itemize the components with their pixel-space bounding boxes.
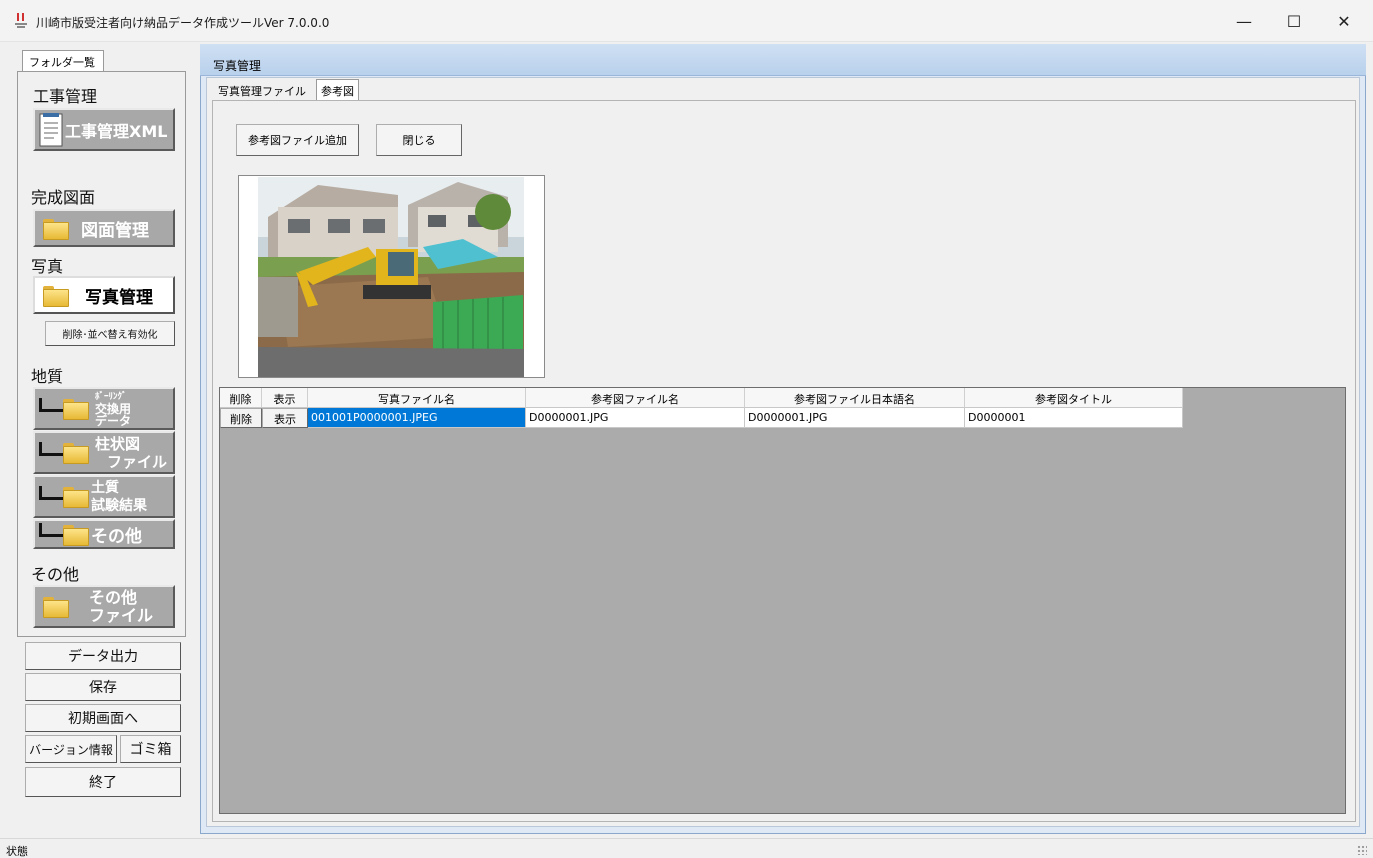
title-bar: 川崎市版受注者向け納品データ作成ツールVer 7.0.0.0 — ☐ ✕ [0, 0, 1373, 42]
row-show-button[interactable]: 表示 [262, 408, 308, 428]
folder-icon [63, 399, 89, 420]
tree-connector [39, 441, 63, 456]
sonota-file-label: その他 ファイル [89, 587, 154, 625]
cell-ref-file-jp[interactable]: D0000001.JPG [745, 408, 965, 428]
excavator-photo [258, 177, 524, 377]
resize-grip-icon[interactable] [1357, 845, 1367, 855]
col-header-photo-file: 写真ファイル名 [308, 388, 526, 408]
data-output-button[interactable]: データ出力 [25, 642, 181, 670]
chishitsu-sonota-button[interactable]: その他 [33, 519, 175, 549]
document-icon [39, 112, 63, 146]
app-icon [15, 13, 27, 28]
doshitsu-shiken-label: 土質 試験結果 [91, 479, 147, 515]
shashin-kanri-button[interactable]: 写真管理 [33, 276, 175, 314]
sonota-file-button[interactable]: その他 ファイル [33, 585, 175, 628]
table-row[interactable]: 削除 表示 001001P0000001.JPEG D0000001.JPG D… [220, 408, 1183, 428]
close-window-button[interactable]: ✕ [1319, 0, 1369, 42]
initial-screen-button[interactable]: 初期画面へ [25, 704, 181, 732]
status-bar: 状態 [0, 838, 1373, 858]
minimize-button[interactable]: — [1219, 0, 1269, 42]
version-info-button[interactable]: バージョン情報 [25, 735, 117, 763]
folder-list-tab[interactable]: フォルダ一覧 [22, 50, 104, 72]
doshitsu-shiken-button[interactable]: 土質 試験結果 [33, 475, 175, 518]
grid-header-row: 削除 表示 写真ファイル名 参考図ファイル名 参考図ファイル日本語名 参考図タイ… [220, 388, 1183, 408]
chujozu-label-2: ファイル [107, 452, 168, 471]
folder-icon [63, 487, 89, 508]
chujozu-file-button[interactable]: 柱状図 ファイル [33, 431, 175, 474]
chujozu-file-label: 柱状図 ファイル [95, 435, 167, 471]
zumen-kanri-label: 図面管理 [81, 220, 149, 241]
tree-connector [39, 485, 63, 500]
chujozu-label-1: 柱状図 [95, 434, 141, 453]
folder-icon [43, 218, 69, 240]
tab-photo-management-file[interactable]: 写真管理ファイル [214, 80, 310, 100]
col-header-ref-file-jp: 参考図ファイル日本語名 [745, 388, 965, 408]
folder-icon [43, 285, 69, 307]
section-label-kansei: 完成図面 [31, 188, 96, 207]
close-button[interactable]: 閉じる [376, 124, 462, 156]
trash-button[interactable]: ゴミ箱 [120, 735, 181, 763]
folder-icon [63, 443, 89, 464]
section-label-chishitsu: 地質 [31, 367, 64, 386]
sonota-label-1: その他 [89, 587, 138, 607]
main-title: 写真管理 [213, 59, 262, 73]
koji-xml-label: 工事管理XML [65, 121, 168, 141]
folder-icon [63, 524, 89, 546]
col-header-delete: 削除 [220, 388, 262, 408]
section-label-koji: 工事管理 [33, 87, 98, 106]
add-reference-file-button[interactable]: 参考図ファイル追加 [236, 124, 359, 156]
maximize-button[interactable]: ☐ [1269, 0, 1319, 42]
cell-ref-file[interactable]: D0000001.JPG [526, 408, 745, 428]
sonota-label-2: ファイル [89, 605, 154, 625]
row-delete-button[interactable]: 削除 [220, 408, 262, 428]
tree-connector [39, 397, 63, 412]
doshitsu-label-2: 試験結果 [91, 497, 147, 514]
folder-icon [43, 597, 69, 618]
boring-label-2: 交換用 [95, 401, 132, 416]
tab-reference-drawing[interactable]: 参考図 [316, 79, 359, 100]
reference-grid[interactable]: 削除 表示 写真ファイル名 参考図ファイル名 参考図ファイル日本語名 参考図タイ… [219, 387, 1346, 814]
tree-connector [39, 523, 63, 537]
shashin-kanri-label: 写真管理 [85, 287, 153, 308]
cell-ref-title[interactable]: D0000001 [965, 408, 1183, 428]
doshitsu-label-1: 土質 [91, 479, 119, 496]
col-header-ref-title: 参考図タイトル [965, 388, 1183, 408]
section-label-sonota: その他 [31, 565, 80, 584]
koji-xml-button[interactable]: 工事管理XML [33, 108, 175, 151]
enable-delete-sort-button[interactable]: 削除･並べ替え有効化 [45, 321, 175, 346]
window-title: 川崎市版受注者向け納品データ作成ツールVer 7.0.0.0 [36, 16, 330, 30]
folder-list-panel [17, 71, 186, 637]
col-header-show: 表示 [262, 388, 308, 408]
main-header [200, 44, 1366, 76]
status-text: 状態 [6, 845, 28, 858]
photo-preview [238, 175, 545, 378]
col-header-ref-file: 参考図ファイル名 [526, 388, 745, 408]
chishitsu-sonota-label: その他 [91, 526, 142, 547]
boring-label-3: データ [95, 413, 132, 428]
section-label-shashin: 写真 [31, 257, 64, 276]
cell-photo-file[interactable]: 001001P0000001.JPEG [308, 408, 526, 428]
boring-data-label: ﾎﾞｰﾘﾝｸﾞ 交換用 データ [95, 391, 131, 427]
exit-button[interactable]: 終了 [25, 767, 181, 797]
boring-label-1: ﾎﾞｰﾘﾝｸﾞ [95, 391, 127, 402]
boring-data-button[interactable]: ﾎﾞｰﾘﾝｸﾞ 交換用 データ [33, 387, 175, 430]
save-button[interactable]: 保存 [25, 673, 181, 701]
zumen-kanri-button[interactable]: 図面管理 [33, 209, 175, 247]
